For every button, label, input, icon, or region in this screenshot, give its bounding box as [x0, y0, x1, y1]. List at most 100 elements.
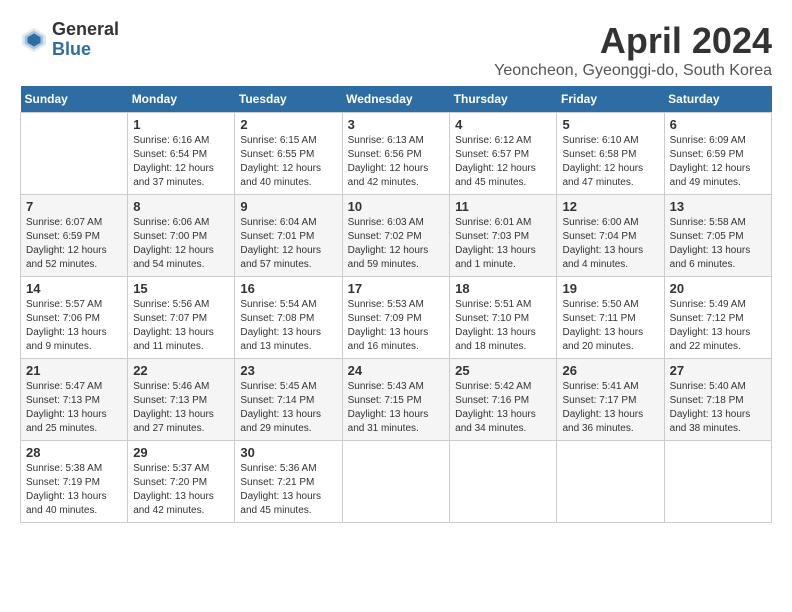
calendar-cell: 21Sunrise: 5:47 AM Sunset: 7:13 PM Dayli…	[21, 359, 128, 441]
day-info: Sunrise: 6:06 AM Sunset: 7:00 PM Dayligh…	[133, 216, 229, 272]
day-number: 19	[562, 281, 658, 296]
logo-text: General Blue	[52, 20, 119, 60]
calendar-cell	[21, 113, 128, 195]
week-row-2: 7Sunrise: 6:07 AM Sunset: 6:59 PM Daylig…	[21, 195, 772, 277]
day-info: Sunrise: 5:40 AM Sunset: 7:18 PM Dayligh…	[670, 380, 766, 436]
calendar-cell: 26 Sunrise: 5:41 AM Sunset: 7:17 PM Dayli…	[557, 359, 664, 441]
day-number: 8	[133, 199, 229, 214]
day-info: Sunrise: 5:45 AM Sunset: 7:14 PM Dayligh…	[240, 380, 336, 436]
day-info: Sunrise: 5:46 AM Sunset: 7:13 PM Dayligh…	[133, 380, 229, 436]
calendar-cell: 15 Sunrise: 5:56 AM Sunset: 7:07 PM Dayli…	[128, 277, 235, 359]
weekday-header-thursday: Thursday	[450, 86, 557, 113]
day-number: 14	[26, 281, 122, 296]
day-number: 3	[348, 117, 445, 132]
day-info: Sunrise: 5:43 AM Sunset: 7:15 PM Dayligh…	[348, 380, 445, 436]
calendar-cell: 23 Sunrise: 5:45 AM Sunset: 7:14 PM Dayli…	[235, 359, 342, 441]
day-number: 27	[670, 363, 766, 378]
day-number: 18	[455, 281, 551, 296]
day-info: Sunrise: 5:51 AM Sunset: 7:10 PM Dayligh…	[455, 298, 551, 354]
calendar-cell: 14Sunrise: 5:57 AM Sunset: 7:06 PM Dayli…	[21, 277, 128, 359]
day-number: 30	[240, 445, 336, 460]
day-info: Sunrise: 5:47 AM Sunset: 7:13 PM Dayligh…	[26, 380, 122, 436]
calendar-cell	[450, 441, 557, 523]
day-info: Sunrise: 5:50 AM Sunset: 7:11 PM Dayligh…	[562, 298, 658, 354]
week-row-1: 1Sunrise: 6:16 AM Sunset: 6:54 PM Daylig…	[21, 113, 772, 195]
day-info: Sunrise: 6:04 AM Sunset: 7:01 PM Dayligh…	[240, 216, 336, 272]
day-info: Sunrise: 5:53 AM Sunset: 7:09 PM Dayligh…	[348, 298, 445, 354]
day-number: 13	[670, 199, 766, 214]
calendar-cell: 29Sunrise: 5:37 AM Sunset: 7:20 PM Dayli…	[128, 441, 235, 523]
weekday-header-sunday: Sunday	[21, 86, 128, 113]
day-number: 20	[670, 281, 766, 296]
calendar-cell: 24 Sunrise: 5:43 AM Sunset: 7:15 PM Dayli…	[342, 359, 450, 441]
calendar-cell: 22Sunrise: 5:46 AM Sunset: 7:13 PM Dayli…	[128, 359, 235, 441]
week-row-3: 14Sunrise: 5:57 AM Sunset: 7:06 PM Dayli…	[21, 277, 772, 359]
day-info: Sunrise: 6:09 AM Sunset: 6:59 PM Dayligh…	[670, 134, 766, 190]
day-number: 23	[240, 363, 336, 378]
calendar-cell	[664, 441, 771, 523]
weekday-header-row: SundayMondayTuesdayWednesdayThursdayFrid…	[21, 86, 772, 113]
calendar-cell: 20 Sunrise: 5:49 AM Sunset: 7:12 PM Dayli…	[664, 277, 771, 359]
logo-blue-text: Blue	[52, 40, 119, 60]
week-row-5: 28 Sunrise: 5:38 AM Sunset: 7:19 PM Dayli…	[21, 441, 772, 523]
day-number: 15	[133, 281, 229, 296]
day-number: 26	[562, 363, 658, 378]
location-text: Yeoncheon, Gyeonggi-do, South Korea	[494, 62, 772, 80]
weekday-header-wednesday: Wednesday	[342, 86, 450, 113]
calendar-cell: 2 Sunrise: 6:15 AM Sunset: 6:55 PM Daylig…	[235, 113, 342, 195]
day-number: 25	[455, 363, 551, 378]
day-number: 28	[26, 445, 122, 460]
weekday-header-saturday: Saturday	[664, 86, 771, 113]
day-info: Sunrise: 5:56 AM Sunset: 7:07 PM Dayligh…	[133, 298, 229, 354]
day-number: 10	[348, 199, 445, 214]
day-number: 5	[562, 117, 658, 132]
day-info: Sunrise: 5:41 AM Sunset: 7:17 PM Dayligh…	[562, 380, 658, 436]
calendar-cell: 25 Sunrise: 5:42 AM Sunset: 7:16 PM Dayli…	[450, 359, 557, 441]
calendar-cell: 11Sunrise: 6:01 AM Sunset: 7:03 PM Dayli…	[450, 195, 557, 277]
calendar-cell: 5 Sunrise: 6:10 AM Sunset: 6:58 PM Daylig…	[557, 113, 664, 195]
calendar-cell	[557, 441, 664, 523]
day-info: Sunrise: 5:38 AM Sunset: 7:19 PM Dayligh…	[26, 462, 122, 518]
day-number: 16	[240, 281, 336, 296]
day-info: Sunrise: 6:00 AM Sunset: 7:04 PM Dayligh…	[562, 216, 658, 272]
day-info: Sunrise: 6:10 AM Sunset: 6:58 PM Dayligh…	[562, 134, 658, 190]
day-info: Sunrise: 5:49 AM Sunset: 7:12 PM Dayligh…	[670, 298, 766, 354]
day-number: 12	[562, 199, 658, 214]
calendar-table: SundayMondayTuesdayWednesdayThursdayFrid…	[20, 86, 772, 523]
calendar-cell: 8 Sunrise: 6:06 AM Sunset: 7:00 PM Daylig…	[128, 195, 235, 277]
day-number: 11	[455, 199, 551, 214]
calendar-cell: 1Sunrise: 6:16 AM Sunset: 6:54 PM Daylig…	[128, 113, 235, 195]
calendar-cell: 9 Sunrise: 6:04 AM Sunset: 7:01 PM Daylig…	[235, 195, 342, 277]
calendar-cell: 6 Sunrise: 6:09 AM Sunset: 6:59 PM Daylig…	[664, 113, 771, 195]
day-number: 9	[240, 199, 336, 214]
calendar-cell: 12 Sunrise: 6:00 AM Sunset: 7:04 PM Dayli…	[557, 195, 664, 277]
day-info: Sunrise: 5:36 AM Sunset: 7:21 PM Dayligh…	[240, 462, 336, 518]
day-info: Sunrise: 5:42 AM Sunset: 7:16 PM Dayligh…	[455, 380, 551, 436]
weekday-header-monday: Monday	[128, 86, 235, 113]
day-number: 2	[240, 117, 336, 132]
day-number: 29	[133, 445, 229, 460]
calendar-cell	[342, 441, 450, 523]
day-info: Sunrise: 6:03 AM Sunset: 7:02 PM Dayligh…	[348, 216, 445, 272]
weekday-header-tuesday: Tuesday	[235, 86, 342, 113]
day-number: 17	[348, 281, 445, 296]
day-info: Sunrise: 6:07 AM Sunset: 6:59 PM Dayligh…	[26, 216, 122, 272]
day-info: Sunrise: 6:13 AM Sunset: 6:56 PM Dayligh…	[348, 134, 445, 190]
calendar-cell: 27 Sunrise: 5:40 AM Sunset: 7:18 PM Dayli…	[664, 359, 771, 441]
calendar-cell: 28 Sunrise: 5:38 AM Sunset: 7:19 PM Dayli…	[21, 441, 128, 523]
day-info: Sunrise: 6:15 AM Sunset: 6:55 PM Dayligh…	[240, 134, 336, 190]
day-number: 1	[133, 117, 229, 132]
calendar-cell: 10 Sunrise: 6:03 AM Sunset: 7:02 PM Dayli…	[342, 195, 450, 277]
logo-icon	[20, 26, 48, 54]
logo: General Blue	[20, 20, 119, 60]
day-number: 6	[670, 117, 766, 132]
calendar-cell: 16Sunrise: 5:54 AM Sunset: 7:08 PM Dayli…	[235, 277, 342, 359]
page-header: General Blue April 2024 Yeoncheon, Gyeon…	[20, 20, 772, 80]
day-info: Sunrise: 5:58 AM Sunset: 7:05 PM Dayligh…	[670, 216, 766, 272]
day-info: Sunrise: 6:12 AM Sunset: 6:57 PM Dayligh…	[455, 134, 551, 190]
calendar-cell: 17 Sunrise: 5:53 AM Sunset: 7:09 PM Dayli…	[342, 277, 450, 359]
calendar-cell: 7Sunrise: 6:07 AM Sunset: 6:59 PM Daylig…	[21, 195, 128, 277]
day-number: 24	[348, 363, 445, 378]
calendar-cell: 13 Sunrise: 5:58 AM Sunset: 7:05 PM Dayli…	[664, 195, 771, 277]
calendar-cell: 4Sunrise: 6:12 AM Sunset: 6:57 PM Daylig…	[450, 113, 557, 195]
